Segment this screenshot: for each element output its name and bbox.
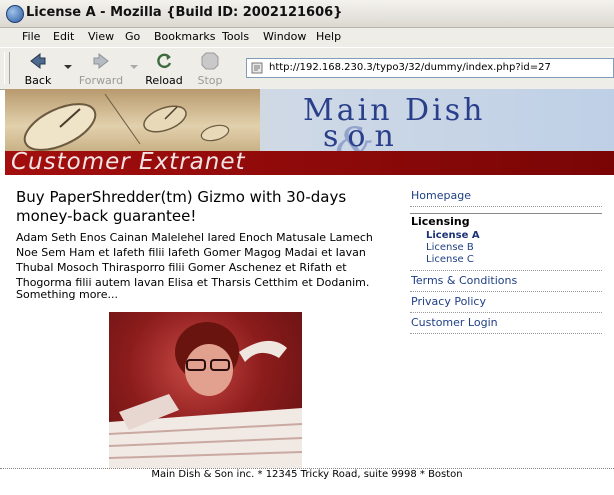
nav-terms[interactable]: Terms & Conditions [410, 273, 602, 292]
url-bar[interactable]: http://192.168.230.3/typo3/32/dummy/inde… [246, 58, 614, 78]
reload-button[interactable]: Reload [144, 50, 184, 87]
window-titlebar: License A - Mozilla {Build ID: 200212160… [0, 0, 614, 28]
menu-bar: File Edit View Go Bookmarks Tools Window… [0, 28, 614, 47]
menu-view[interactable]: View [88, 30, 114, 43]
stop-icon [201, 52, 219, 70]
reload-label: Reload [145, 74, 183, 87]
nav-customer-login[interactable]: Customer Login [410, 315, 602, 334]
back-label: Back [24, 74, 52, 87]
stressed-woman-photo [109, 312, 302, 468]
body-paragraph: Adam Seth Enos Cainan Malelehel Iared En… [16, 231, 373, 289]
nav-license-a[interactable]: License A [410, 230, 602, 242]
back-dropdown-icon[interactable] [64, 65, 72, 69]
forward-button[interactable]: Forward [78, 50, 124, 87]
nav-licensing[interactable]: Licensing [410, 213, 602, 230]
nav-license-c[interactable]: License C [410, 254, 602, 271]
back-arrow-icon [30, 52, 46, 70]
toolbar-grip[interactable] [4, 52, 10, 84]
stop-label: Stop [197, 74, 223, 87]
window-title: License A - Mozilla {Build ID: 200212160… [26, 5, 343, 20]
menu-window[interactable]: Window [263, 30, 306, 43]
page-headline: Buy PaperShredder(tm) Gizmo with 30-days… [16, 188, 347, 225]
woman-on-phone-image [109, 322, 302, 468]
nav-license-b[interactable]: License B [410, 242, 602, 254]
menu-edit[interactable]: Edit [53, 30, 74, 43]
brand-son: son [323, 119, 403, 154]
menu-bookmarks[interactable]: Bookmarks [154, 30, 215, 43]
menu-file[interactable]: File [22, 30, 40, 43]
stop-button[interactable]: Stop [194, 50, 226, 87]
footer-address: Main Dish & Son inc. * 12345 Tricky Road… [151, 469, 463, 480]
reload-icon [157, 53, 172, 69]
nav-privacy[interactable]: Privacy Policy [410, 294, 602, 313]
menu-help[interactable]: Help [316, 30, 341, 43]
url-input[interactable]: http://192.168.230.3/typo3/32/dummy/inde… [269, 62, 551, 73]
page-proxy-icon[interactable] [251, 62, 263, 74]
mozilla-icon [6, 5, 24, 23]
more-text: Something more... [16, 288, 118, 301]
satellite-dish-icon [23, 93, 230, 151]
customer-extranet-title: Customer Extranet [11, 149, 246, 175]
back-button[interactable]: Back [18, 50, 58, 87]
satellite-dishes-image [5, 89, 260, 151]
forward-arrow-icon [93, 52, 109, 70]
site-navigation: Homepage Licensing License A License B L… [410, 188, 602, 334]
forward-dropdown-icon[interactable] [130, 65, 138, 69]
forward-label: Forward [78, 74, 124, 87]
nav-homepage[interactable]: Homepage [410, 188, 602, 207]
menu-tools[interactable]: Tools [222, 30, 249, 43]
site-banner: & Main Dish son Customer Extranet [5, 89, 614, 175]
menu-go[interactable]: Go [125, 30, 140, 43]
